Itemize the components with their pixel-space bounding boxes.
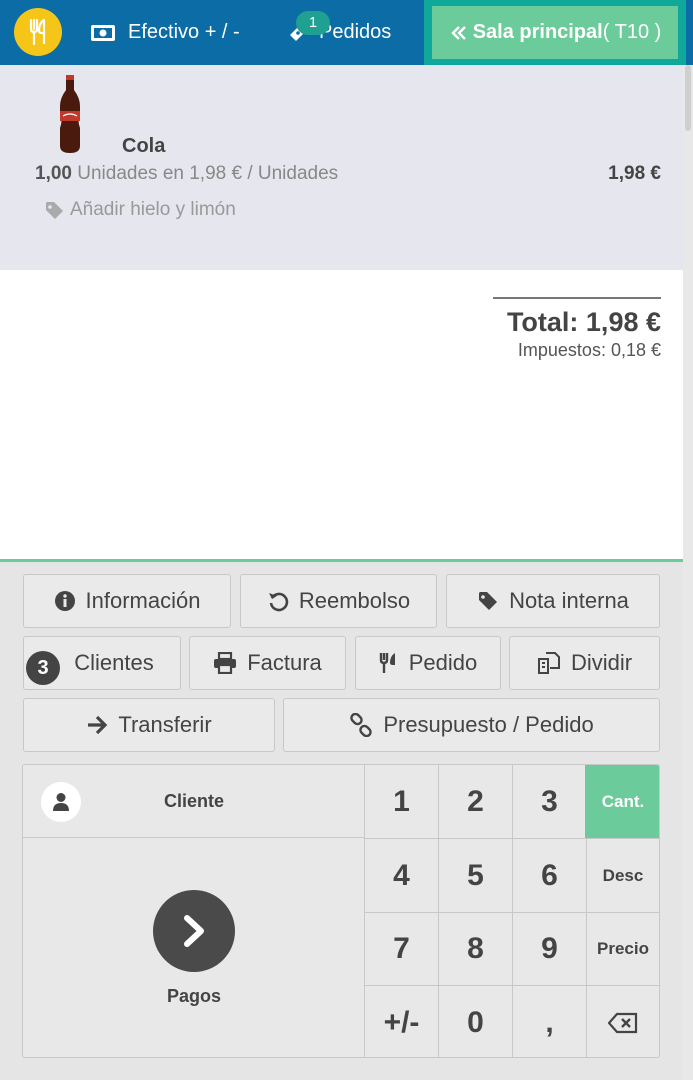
cutlery-icon bbox=[379, 652, 399, 674]
internal-note-label: Nota interna bbox=[509, 588, 629, 613]
payment-label: Pagos bbox=[166, 986, 222, 1006]
tag-icon bbox=[477, 590, 499, 612]
back-to-room-button[interactable]: Sala principal ( T10 ) bbox=[432, 6, 678, 59]
scrollbar-thumb[interactable] bbox=[685, 65, 691, 131]
key-9[interactable]: 9 bbox=[513, 912, 587, 986]
discount-mode-button[interactable]: Desc bbox=[585, 839, 659, 913]
internal-note-button[interactable]: Nota interna bbox=[446, 574, 660, 628]
customer-button[interactable]: Cliente bbox=[23, 765, 365, 838]
info-icon bbox=[54, 590, 76, 612]
cash-label: Efectivo + / - bbox=[128, 21, 240, 43]
key-5[interactable]: 5 bbox=[439, 839, 513, 913]
key-2[interactable]: 2 bbox=[439, 765, 513, 839]
key-7[interactable]: 7 bbox=[365, 912, 439, 986]
product-image bbox=[56, 75, 84, 158]
order-totals: Total: 1,98 € Impuestos: 0,18 € bbox=[493, 297, 661, 361]
key-3[interactable]: 3 bbox=[513, 765, 587, 839]
product-name: Cola bbox=[122, 135, 166, 157]
order-line[interactable]: Cola 1,00 Unidades en 1,98 € / Unidades … bbox=[0, 65, 683, 270]
payment-button[interactable]: Pagos bbox=[23, 838, 365, 1057]
customer-label: Cliente bbox=[163, 790, 224, 811]
quote-order-button[interactable]: Presupuesto / Pedido bbox=[283, 698, 660, 752]
double-chevron-left-icon bbox=[449, 23, 469, 43]
customers-count-badge: 3 bbox=[26, 651, 60, 685]
unit-price-detail: Unidades en 1,98 € / Unidades bbox=[77, 163, 339, 184]
order-label: Pedido bbox=[408, 650, 478, 675]
chevron-right-icon bbox=[153, 890, 235, 972]
taxes-amount: Impuestos: 0,18 € bbox=[517, 340, 661, 360]
quantity-value: 1,00 bbox=[35, 163, 72, 184]
control-panel: Información Reembolso Nota interna 3 Cli… bbox=[0, 562, 683, 1080]
transfer-label: Transferir bbox=[118, 712, 212, 737]
quantity-mode-button[interactable]: Cant. bbox=[585, 765, 659, 839]
customers-button[interactable]: 3 Clientes bbox=[23, 636, 181, 690]
quote-order-label: Presupuesto / Pedido bbox=[383, 712, 594, 737]
info-label: Información bbox=[85, 588, 201, 613]
link-icon bbox=[349, 713, 373, 737]
order-button[interactable]: Pedido bbox=[355, 636, 501, 690]
backspace-icon bbox=[608, 1012, 638, 1034]
table-label: ( T10 ) bbox=[602, 21, 662, 43]
split-label: Dividir bbox=[570, 650, 633, 675]
key-plus-minus[interactable]: +/- bbox=[365, 986, 439, 1057]
room-label: Sala principal bbox=[472, 21, 603, 43]
room-selector: Sala principal ( T10 ) bbox=[424, 0, 686, 65]
backspace-button[interactable] bbox=[585, 986, 659, 1057]
quantity-detail: 1,00 Unidades en 1,98 € / Unidades bbox=[35, 163, 338, 185]
refund-button[interactable]: Reembolso bbox=[240, 574, 437, 628]
undo-icon bbox=[267, 590, 289, 612]
line-price: 1,98 € bbox=[608, 163, 661, 184]
transfer-button[interactable]: Transferir bbox=[23, 698, 275, 752]
split-button[interactable]: Dividir bbox=[509, 636, 660, 690]
key-4[interactable]: 4 bbox=[365, 839, 439, 913]
key-decimal[interactable]: , bbox=[513, 986, 587, 1057]
numpad: Cliente Pagos 1 2 3 Cant. 4 5 6 Desc 7 8… bbox=[22, 764, 660, 1058]
line-note: Añadir hielo y limón bbox=[44, 199, 236, 221]
info-button[interactable]: Información bbox=[23, 574, 231, 628]
cash-in-out-button[interactable]: Efectivo + / - bbox=[90, 0, 240, 65]
scrollbar[interactable] bbox=[683, 65, 693, 1080]
total-amount: Total: 1,98 € bbox=[506, 307, 661, 337]
money-icon bbox=[90, 23, 116, 43]
customers-label: Clientes bbox=[74, 650, 154, 675]
orders-count-badge: 1 bbox=[296, 11, 330, 35]
refund-label: Reembolso bbox=[298, 588, 411, 613]
price-mode-button[interactable]: Precio bbox=[585, 912, 659, 986]
order-panel: Cola 1,00 Unidades en 1,98 € / Unidades … bbox=[0, 65, 683, 560]
copy-icon bbox=[537, 651, 561, 675]
tag-icon bbox=[44, 200, 64, 220]
utensils-icon[interactable] bbox=[14, 8, 62, 56]
key-8[interactable]: 8 bbox=[439, 912, 513, 986]
key-6[interactable]: 6 bbox=[513, 839, 587, 913]
printer-icon bbox=[213, 652, 237, 674]
note-text: Añadir hielo y limón bbox=[70, 199, 236, 220]
invoice-button[interactable]: Factura bbox=[189, 636, 346, 690]
arrow-right-icon bbox=[86, 714, 108, 736]
key-0[interactable]: 0 bbox=[439, 986, 513, 1057]
key-1[interactable]: 1 bbox=[365, 765, 439, 839]
invoice-label: Factura bbox=[247, 650, 322, 675]
top-bar: Efectivo + / - Pedidos 1 Sala principal … bbox=[0, 0, 693, 65]
